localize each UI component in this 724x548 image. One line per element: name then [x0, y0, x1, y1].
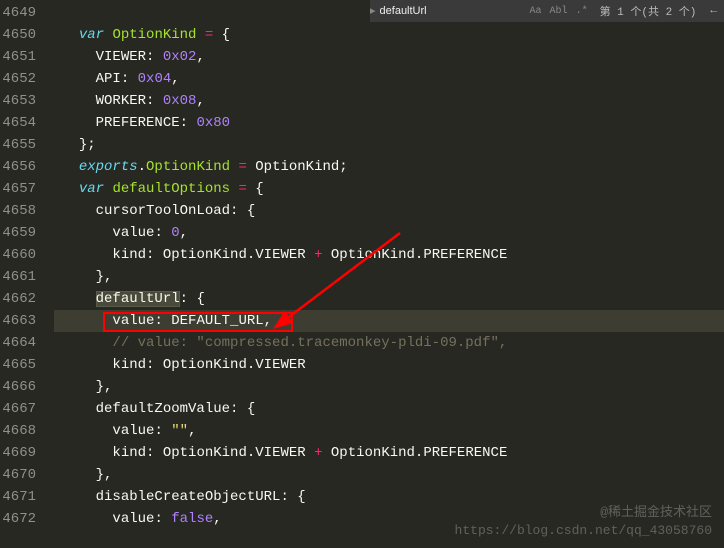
code-line — [54, 2, 724, 24]
code-line: VIEWER: 0x02, — [54, 46, 724, 68]
code-line: WORKER: 0x08, — [54, 90, 724, 112]
line-number: 4663 — [0, 310, 36, 332]
line-number: 4668 — [0, 420, 36, 442]
code-line: value: DEFAULT_URL, — [54, 310, 724, 332]
line-number: 4652 — [0, 68, 36, 90]
code-line: }, — [54, 464, 724, 486]
code-area[interactable]: var OptionKind = { VIEWER: 0x02, API: 0x… — [54, 2, 724, 530]
code-line: // value: "compressed.tracemonkey-pldi-0… — [54, 332, 724, 354]
code-line: cursorToolOnLoad: { — [54, 200, 724, 222]
line-number: 4671 — [0, 486, 36, 508]
line-number-gutter: 4649 4650 4651 4652 4653 4654 4655 4656 … — [0, 2, 54, 530]
line-number: 4658 — [0, 200, 36, 222]
code-line: value: "", — [54, 420, 724, 442]
line-number: 4650 — [0, 24, 36, 46]
line-number: 4654 — [0, 112, 36, 134]
code-line: kind: OptionKind.VIEWER — [54, 354, 724, 376]
line-number: 4662 — [0, 288, 36, 310]
code-line: }; — [54, 134, 724, 156]
watermark-text: @稀土掘金技术社区 — [600, 501, 712, 520]
line-number: 4656 — [0, 156, 36, 178]
line-number: 4672 — [0, 508, 36, 530]
line-number: 4657 — [0, 178, 36, 200]
line-number: 4659 — [0, 222, 36, 244]
watermark-text: https://blog.csdn.net/qq_43058760 — [455, 523, 712, 538]
line-number: 4655 — [0, 134, 36, 156]
code-line: PREFERENCE: 0x80 — [54, 112, 724, 134]
line-number: 4667 — [0, 398, 36, 420]
code-line: var OptionKind = { — [54, 24, 724, 46]
code-line: kind: OptionKind.VIEWER + OptionKind.PRE… — [54, 244, 724, 266]
code-line: kind: OptionKind.VIEWER + OptionKind.PRE… — [54, 442, 724, 464]
code-line: }, — [54, 266, 724, 288]
code-line: defaultUrl: { — [54, 288, 724, 310]
line-number: 4653 — [0, 90, 36, 112]
code-line: }, — [54, 376, 724, 398]
line-number: 4669 — [0, 442, 36, 464]
code-editor[interactable]: 4649 4650 4651 4652 4653 4654 4655 4656 … — [0, 0, 724, 530]
line-number: 4664 — [0, 332, 36, 354]
code-line: API: 0x04, — [54, 68, 724, 90]
line-number: 4670 — [0, 464, 36, 486]
code-line: defaultZoomValue: { — [54, 398, 724, 420]
line-number: 4661 — [0, 266, 36, 288]
line-number: 4665 — [0, 354, 36, 376]
line-number: 4660 — [0, 244, 36, 266]
code-line: exports.OptionKind = OptionKind; — [54, 156, 724, 178]
line-number: 4649 — [0, 2, 36, 24]
line-number: 4651 — [0, 46, 36, 68]
code-line: value: 0, — [54, 222, 724, 244]
line-number: 4666 — [0, 376, 36, 398]
code-line: var defaultOptions = { — [54, 178, 724, 200]
